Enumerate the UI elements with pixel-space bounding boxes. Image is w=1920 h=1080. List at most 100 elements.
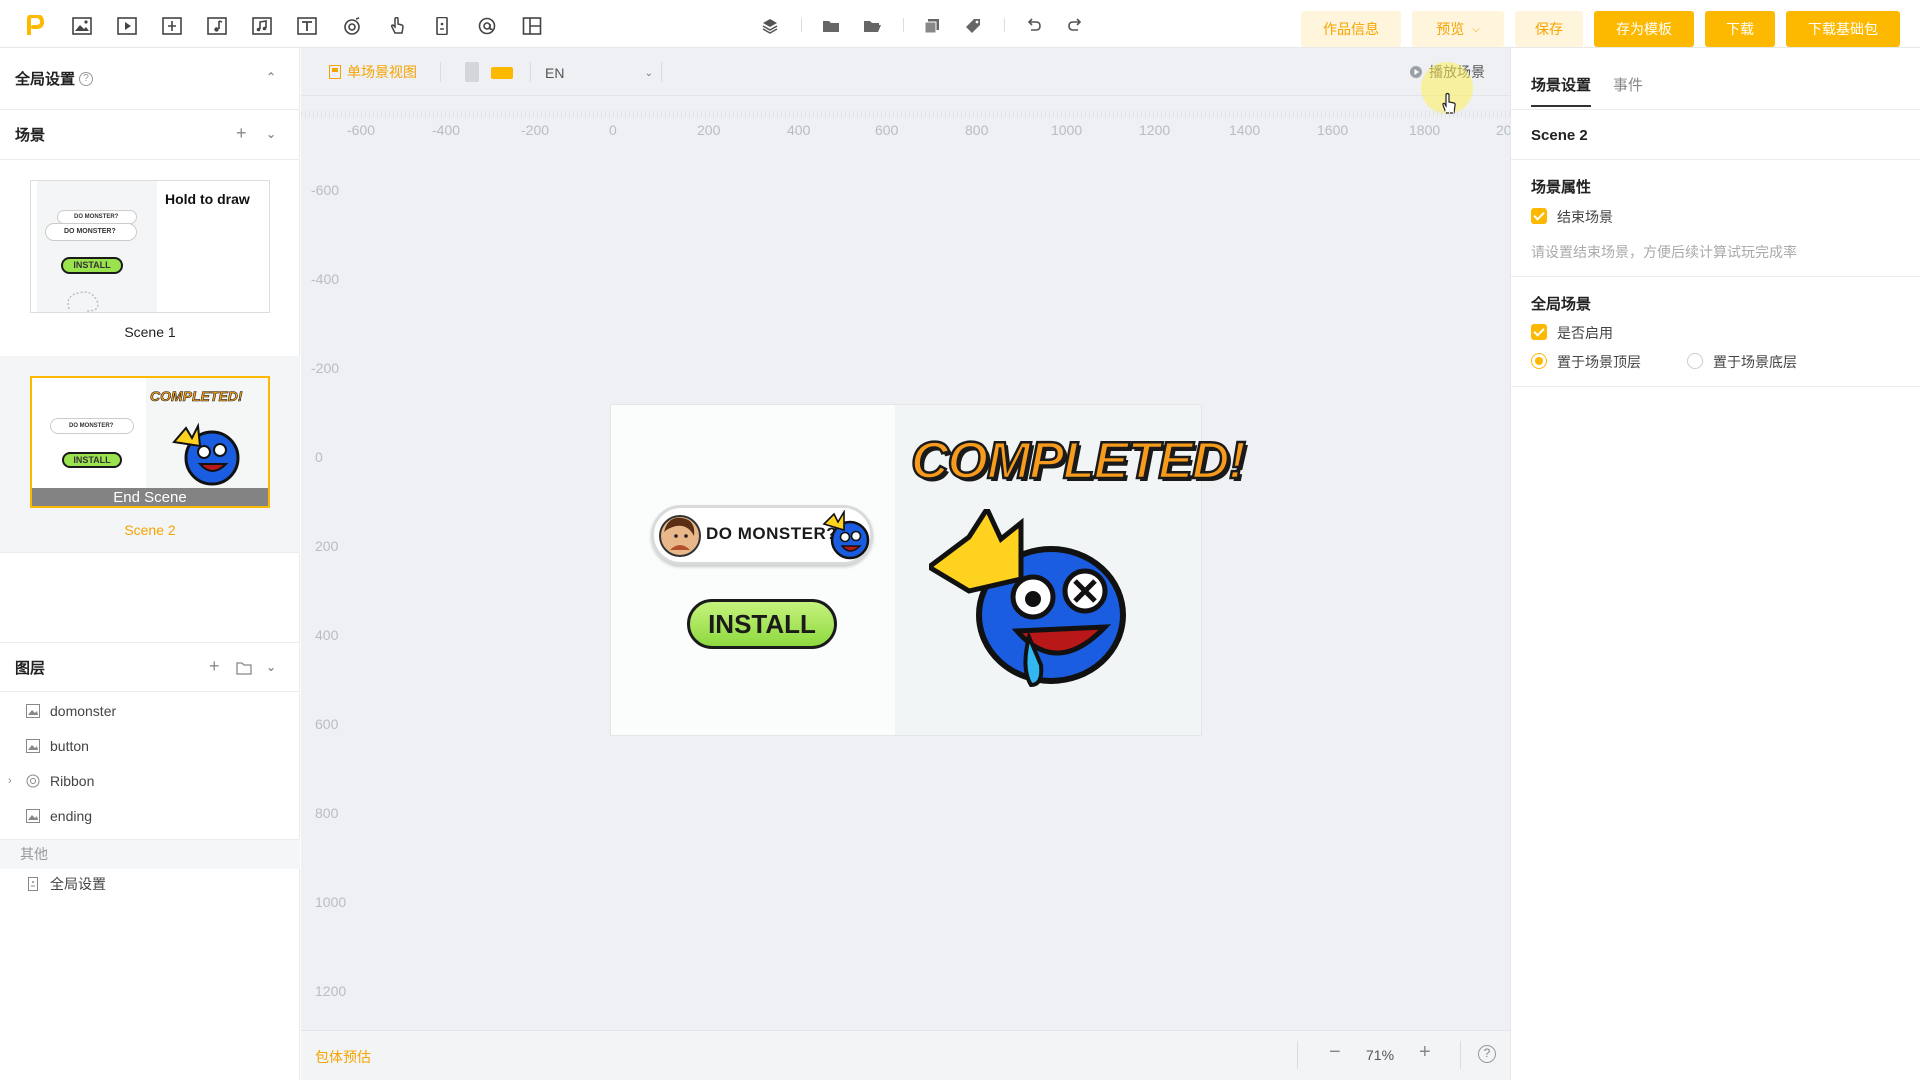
tag-icon[interactable] [963,17,983,35]
global-settings-header[interactable]: 全局设置 ? ⌃ [0,48,300,110]
preview-button[interactable]: 预览 ⌵ [1412,11,1504,47]
scene-view-icon [329,65,341,79]
thumb-completed-text: COMPLETED! [150,388,243,405]
spiral-icon[interactable] [342,17,362,35]
scene-stage[interactable]: DO MONSTER? INSTALL COMPLETED! [610,404,1247,736]
thumb-banner: DO MONSTER? [45,223,137,241]
help-icon[interactable]: ? [79,71,94,86]
chevron-down-icon[interactable]: ⌄ [266,127,276,141]
other-item-global-settings[interactable]: 全局设置 [26,873,106,895]
download-button[interactable]: 下载 [1705,11,1775,47]
canvas-toolbar: 单场景视图 EN ⌄ 播放场景 [301,48,1510,114]
redo-icon[interactable] [1065,17,1085,35]
gray-color-swatch[interactable] [465,62,479,82]
layer-item-ribbon[interactable]: › Ribbon [8,770,94,792]
install-button[interactable]: INSTALL [687,599,837,649]
end-scene-checkbox[interactable] [1531,208,1547,224]
global-scene-section: 全局场景 是否启用 置于场景顶层 置于场景底层 [1511,277,1920,387]
ruler-label: 1200 [315,983,347,999]
folder-icon[interactable] [821,17,841,35]
layer-item-domonster[interactable]: domonster [26,700,116,722]
tab-events[interactable]: 事件 [1613,74,1643,95]
audio-icon[interactable] [207,17,227,35]
place-top-radio[interactable] [1531,353,1547,369]
checkbox-label: 是否启用 [1557,325,1613,341]
place-bottom-radio[interactable] [1687,353,1703,369]
thumb-install-button: INSTALL [62,452,122,468]
ruler-label: 1200 [1139,122,1171,138]
music-icon[interactable] [252,17,272,35]
layout-icon[interactable] [522,17,542,35]
add-slice-icon[interactable] [162,17,182,35]
save-template-button[interactable]: 存为模板 [1594,11,1694,47]
monster-icon [172,422,240,486]
language-select[interactable]: EN ⌄ [545,62,653,84]
image-icon [26,739,40,753]
download-base-button[interactable]: 下载基础包 [1786,11,1900,47]
chevron-right-icon[interactable]: › [8,775,12,787]
undo-icon[interactable] [1024,17,1044,35]
ruler-label: 200 [315,538,339,554]
thumb-hint-text: Hold to draw [165,191,250,207]
layers-header: 图层 + ⌄ [0,642,300,692]
logo-icon [27,15,44,35]
video-icon[interactable] [117,17,137,35]
spiral-icon [26,774,40,788]
left-panel: 全局设置 ? ⌃ 场景 + ⌄ Hold to draw DO MONSTER?… [0,48,300,1080]
scene-name: Scene 2 [1531,127,1588,144]
scene-thumbnail[interactable]: Hold to draw DO MONSTER? DO MONSTER? INS… [30,180,270,313]
package-estimate-link[interactable]: 包体预估 [315,1047,371,1067]
open-folder-icon[interactable] [862,17,882,35]
image-icon [26,704,40,718]
zoom-in-button[interactable]: + [1419,1041,1431,1064]
zoom-out-button[interactable]: − [1329,1041,1341,1064]
single-scene-view-button[interactable]: 单场景视图 [329,62,417,82]
layer-item-button[interactable]: button [26,735,89,757]
enabled-checkbox[interactable] [1531,324,1547,340]
chevron-up-icon[interactable]: ⌃ [266,70,276,84]
at-icon[interactable] [477,17,497,35]
work-info-button[interactable]: 作品信息 [1301,11,1401,47]
scenes-header: 场景 + ⌄ [0,110,300,160]
section-title: 全局场景 [1531,296,1592,313]
save-button[interactable]: 保存 [1515,11,1583,47]
layer-name: domonster [50,703,117,719]
thumb-install-button: INSTALL [61,257,123,274]
ruler-label: 400 [315,627,339,643]
ruler-label: -400 [432,122,461,138]
zoom-level: 71% [1366,1047,1395,1063]
folder-icon[interactable] [236,661,252,675]
horizontal-ruler: -600 -400 -200 0 200 400 600 800 1000 12… [301,110,1512,138]
help-icon[interactable]: ? [1478,1045,1496,1063]
layer-item-ending[interactable]: ending [26,805,92,827]
radio-label: 置于场景底层 [1713,354,1797,370]
chevron-down-icon: ⌄ [644,67,653,79]
add-scene-icon[interactable]: + [236,123,247,144]
checkbox-label: 结束场景 [1557,209,1613,225]
ruler-label: 0 [315,449,323,465]
scene-thumbnail[interactable]: COMPLETED! DO MONSTER? INSTALL End Scene [30,376,270,508]
scene-card-2[interactable]: COMPLETED! DO MONSTER? INSTALL End Scene… [0,356,300,552]
domonster-banner[interactable]: DO MONSTER? [651,505,873,565]
banner-text: DO MONSTER? [706,524,838,543]
monster-icon[interactable] [929,509,1149,709]
add-layer-icon[interactable]: + [209,656,220,677]
layers-icon[interactable] [760,17,780,35]
layer-name: ending [50,808,93,824]
scene-label: Scene 2 [124,522,176,538]
ruler-label: 1000 [1051,122,1083,138]
ruler-label: 800 [315,805,339,821]
tab-scene-settings[interactable]: 场景设置 [1531,74,1592,107]
ruler-label: 0 [609,122,617,138]
yellow-color-swatch[interactable] [491,67,513,79]
ruler-label: 1000 [315,894,347,910]
text-icon[interactable] [297,17,317,35]
hand-pointer-icon[interactable] [387,17,407,35]
image-icon[interactable] [72,17,92,35]
ruler-label: 1800 [1409,122,1441,138]
chevron-down-icon[interactable]: ⌄ [266,660,276,674]
phone-icon[interactable] [432,17,452,35]
completed-text[interactable]: COMPLETED! [910,431,1247,492]
copy-icon[interactable] [922,17,942,35]
end-scene-overlay: End Scene [32,488,268,506]
